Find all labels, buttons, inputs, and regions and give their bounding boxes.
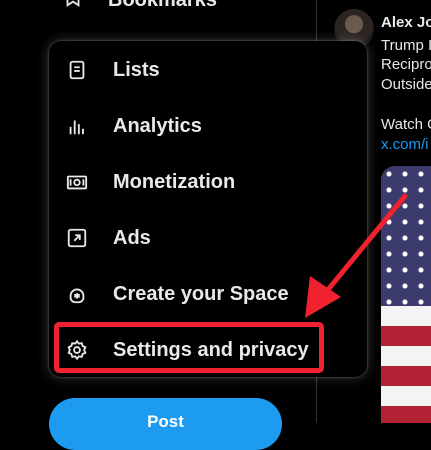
bookmark-icon (62, 0, 84, 14)
highlight-box (54, 322, 324, 373)
tweet-author[interactable]: Alex Jo (381, 14, 431, 31)
ads-icon (65, 226, 89, 250)
menu-item-label: Analytics (113, 114, 202, 137)
flag-canton (381, 166, 431, 306)
menu-item-label: Lists (113, 58, 160, 81)
analytics-icon (65, 114, 89, 138)
tweet-link[interactable]: x.com/i (381, 136, 429, 153)
tweet-text-line: Trump I (381, 37, 431, 54)
tweet-text-line: Outside (381, 76, 431, 93)
menu-item-label: Ads (113, 226, 151, 249)
list-icon (65, 58, 89, 82)
tweet-media[interactable] (381, 166, 431, 423)
menu-item-analytics[interactable]: Analytics (49, 98, 367, 154)
menu-item-label: Create your Space (113, 282, 289, 305)
tweet-text-line: Recipro (381, 56, 431, 73)
sidebar-item-bookmarks[interactable]: Bookmarks (62, 0, 217, 14)
sidebar-item-label: Bookmarks (108, 0, 217, 12)
menu-item-ads[interactable]: Ads (49, 210, 367, 266)
monetization-icon (65, 170, 89, 194)
menu-item-monetization[interactable]: Monetization (49, 154, 367, 210)
tweet-text-line: Watch C (381, 116, 431, 133)
menu-item-create-space[interactable]: Create your Space (49, 266, 367, 322)
menu-item-lists[interactable]: Lists (49, 42, 367, 98)
space-icon (65, 282, 89, 306)
menu-item-label: Monetization (113, 170, 236, 193)
post-button[interactable]: Post (49, 398, 282, 450)
